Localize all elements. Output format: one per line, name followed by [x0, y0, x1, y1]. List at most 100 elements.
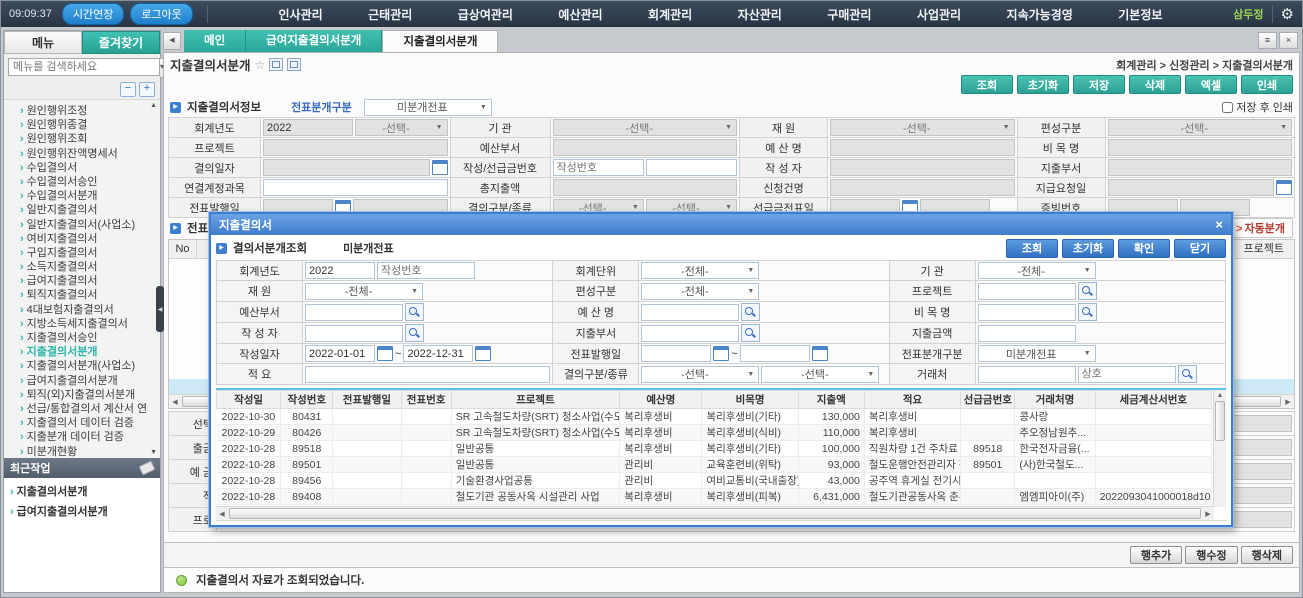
calendar-icon[interactable]: [1276, 180, 1292, 195]
table-row[interactable]: 2022-10-3080431SR 고속철도차량(SRT) 청소사업(수도권)복…: [217, 409, 1212, 425]
sidebar-item[interactable]: ›선급/통합결의서 계산서 연: [4, 402, 160, 416]
text-input[interactable]: [641, 304, 739, 321]
sidebar-item[interactable]: ›수입결의서: [4, 161, 160, 175]
top-menu-item[interactable]: 구매관리: [827, 6, 871, 23]
recent-item[interactable]: ›급여지출결의서분개: [10, 502, 154, 522]
scroll-down-icon[interactable]: ▼: [150, 449, 157, 456]
scroll-right-icon[interactable]: ▶: [1282, 398, 1294, 406]
sidebar-item[interactable]: ›지출결의서승인: [4, 331, 160, 345]
sidebar-item[interactable]: ›미분개현황: [4, 445, 160, 459]
top-menu-item[interactable]: 근태관리: [368, 6, 412, 23]
table-header-cell[interactable]: 작성일: [217, 391, 281, 409]
text-input[interactable]: [1078, 366, 1176, 383]
text-input[interactable]: [1108, 159, 1293, 176]
sidebar-item[interactable]: ›원인행위잔액명세서: [4, 147, 160, 161]
search-icon[interactable]: [1078, 303, 1097, 321]
select[interactable]: 미분개전표▼: [978, 345, 1096, 362]
top-menu-item[interactable]: 사업관리: [917, 6, 961, 23]
text-input[interactable]: [1108, 179, 1275, 196]
text-input[interactable]: [830, 139, 1015, 156]
text-input[interactable]: [1108, 139, 1293, 156]
popup-icon[interactable]: [287, 58, 301, 71]
collapse-all-button[interactable]: −: [120, 82, 136, 97]
tab-favorites[interactable]: 즐겨찾기: [82, 31, 160, 54]
table-row[interactable]: 2022-10-2889501일반공통관리비교육훈련비(위탁)93,000철도운…: [217, 457, 1212, 473]
top-menu-item[interactable]: 인사관리: [279, 6, 323, 23]
sidebar-item[interactable]: ›퇴직지출결의서: [4, 288, 160, 302]
table-header-cell[interactable]: 전표번호: [401, 391, 451, 409]
dialog-close-icon[interactable]: ×: [1215, 218, 1223, 231]
select[interactable]: -선택-▼: [355, 119, 447, 136]
text-input[interactable]: [830, 159, 1015, 176]
sidebar-item[interactable]: ›수입결의서분개: [4, 189, 160, 203]
table-header-cell[interactable]: 예산명: [620, 391, 702, 409]
text-input[interactable]: [978, 366, 1076, 383]
table-header-cell[interactable]: 비목명: [702, 391, 798, 409]
top-menu-item[interactable]: 회계관리: [648, 6, 692, 23]
dialog-button[interactable]: 닫기: [1174, 239, 1226, 258]
print-after-save-checkbox[interactable]: [1222, 102, 1233, 113]
search-icon[interactable]: [405, 324, 424, 342]
text-input[interactable]: [553, 179, 738, 196]
table-row[interactable]: 2022-10-2889456기술환경사업공통관리비여비교통비(국내출장)43,…: [217, 473, 1212, 489]
text-input[interactable]: [641, 345, 711, 362]
sidebar-item[interactable]: ›퇴직(외)지출결의서분개: [4, 388, 160, 402]
sidebar-splitter[interactable]: ◀: [156, 286, 164, 332]
select[interactable]: -전체-▼: [305, 283, 423, 300]
content-tab[interactable]: 메인: [184, 30, 246, 52]
text-input[interactable]: [646, 159, 737, 176]
text-input[interactable]: [263, 159, 430, 176]
text-input[interactable]: [978, 325, 1076, 342]
sidebar-item[interactable]: ›원인행위종결: [4, 118, 160, 132]
dialog-button[interactable]: 확인: [1118, 239, 1170, 258]
text-input[interactable]: [553, 139, 738, 156]
table-row[interactable]: 2022-10-2980426SR 고속철도차량(SRT) 청소사업(수도권)복…: [217, 425, 1212, 441]
auto-journal-button[interactable]: >자동분개: [1228, 218, 1293, 238]
window-menu-icon[interactable]: ≡: [1258, 32, 1277, 49]
search-icon[interactable]: [741, 303, 760, 321]
sidebar-item[interactable]: ›지방소득세지출결의서: [4, 317, 160, 331]
calendar-icon[interactable]: [432, 160, 448, 175]
calendar-icon[interactable]: [377, 346, 393, 361]
scrollbar-thumb[interactable]: [1215, 401, 1225, 441]
sidebar-item[interactable]: ›급여지출결의서분개: [4, 374, 160, 388]
table-header-cell[interactable]: 작성번호: [281, 391, 333, 409]
scroll-up-icon[interactable]: ▲: [1217, 390, 1224, 401]
top-menu-item[interactable]: 예산관리: [558, 6, 602, 23]
dialog-header[interactable]: 지출결의서 ×: [211, 214, 1231, 235]
eraser-icon[interactable]: [139, 461, 156, 476]
gear-icon[interactable]: ⚙: [1272, 5, 1294, 23]
row-button[interactable]: 행삭제: [1241, 546, 1293, 564]
action-button[interactable]: 엑셀: [1185, 75, 1237, 94]
sidebar-item[interactable]: ›지출결의서분개(사업소): [4, 359, 160, 373]
row-button[interactable]: 행추가: [1130, 546, 1182, 564]
action-button[interactable]: 저장: [1073, 75, 1125, 94]
sidebar-item[interactable]: ›수입결의서승인: [4, 175, 160, 189]
table-header-cell[interactable]: 전표발행일: [333, 391, 401, 409]
top-menu-item[interactable]: 기본정보: [1118, 6, 1162, 23]
scroll-up-icon[interactable]: ▲: [150, 102, 157, 109]
expand-all-button[interactable]: +: [139, 82, 155, 97]
sidebar-item[interactable]: ›일반지출결의서(사업소): [4, 218, 160, 232]
text-input[interactable]: [641, 325, 739, 342]
sidebar-item[interactable]: ›4대보험지출결의서: [4, 303, 160, 317]
dialog-button[interactable]: 초기화: [1062, 239, 1114, 258]
search-icon[interactable]: [1078, 282, 1097, 300]
table-header-cell[interactable]: 선급금번호: [961, 391, 1015, 409]
search-icon[interactable]: [741, 324, 760, 342]
top-menu-item[interactable]: 지속가능경영: [1007, 6, 1073, 23]
table-header-cell[interactable]: 프로젝트: [451, 391, 620, 409]
recent-item[interactable]: ›지출결의서분개: [10, 482, 154, 502]
text-input[interactable]: [740, 345, 810, 362]
select[interactable]: -선택-▼: [761, 366, 879, 383]
search-icon[interactable]: [1178, 365, 1197, 383]
text-input[interactable]: [978, 304, 1076, 321]
sidebar-item[interactable]: ›여비지출결의서: [4, 232, 160, 246]
content-tab[interactable]: 급여지출결의서분개: [246, 30, 382, 52]
content-tab[interactable]: 지출결의서분개: [382, 30, 498, 52]
action-button[interactable]: 인쇄: [1241, 75, 1293, 94]
scroll-right-icon[interactable]: ▶: [1202, 510, 1214, 518]
sidebar-item[interactable]: ›일반지출결의서: [4, 203, 160, 217]
logout-button[interactable]: 로그아웃: [130, 3, 192, 25]
search-icon[interactable]: [405, 303, 424, 321]
